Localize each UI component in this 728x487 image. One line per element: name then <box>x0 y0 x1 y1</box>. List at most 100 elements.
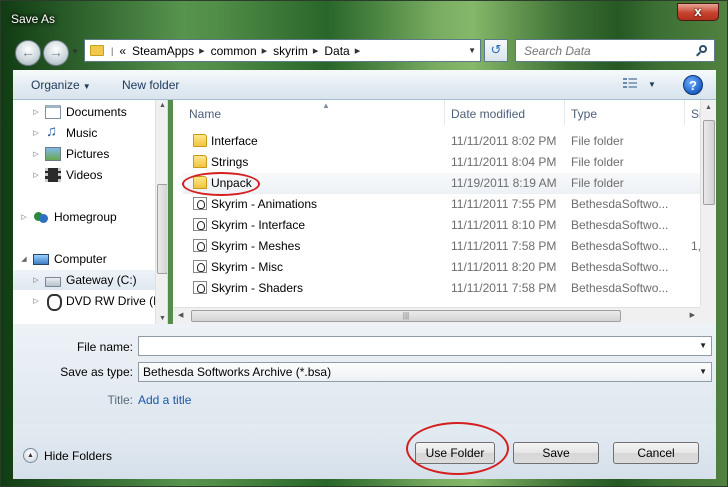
scroll-left-icon[interactable]: ◀ <box>178 311 183 319</box>
breadcrumb-data[interactable]: Data <box>321 44 352 58</box>
expand-arrow-icon[interactable]: ▷ <box>31 171 41 179</box>
column-header-type[interactable]: Type <box>565 100 685 125</box>
list-item[interactable]: Interface 11/11/2011 8:02 PM File folder <box>183 131 700 152</box>
save-as-type-select[interactable]: Bethesda Softworks Archive (*.bsa) ▼ <box>138 362 712 382</box>
refresh-button[interactable]: ↺ <box>484 39 508 62</box>
item-type: File folder <box>571 155 624 169</box>
search-input[interactable] <box>522 42 692 59</box>
item-name: Skyrim - Interface <box>211 218 306 232</box>
file-list-vertical-scrollbar[interactable]: ▲ ▼ <box>700 100 716 324</box>
folder-icon <box>193 155 207 168</box>
column-header-date-modified[interactable]: Date modified <box>445 100 565 125</box>
address-dropdown-icon[interactable]: ▼ <box>468 46 476 55</box>
list-item[interactable]: Skyrim - Animations 11/11/2011 7:55 PM B… <box>183 194 700 215</box>
new-folder-button[interactable]: New folder <box>122 78 179 92</box>
expand-arrow-icon[interactable]: ▷ <box>31 108 41 116</box>
item-name: Skyrim - Animations <box>211 197 318 211</box>
folder-icon <box>90 45 104 56</box>
search-box[interactable] <box>515 39 715 62</box>
nav-item-label: Homegroup <box>54 210 117 224</box>
expand-arrow-icon[interactable]: ▷ <box>31 297 41 305</box>
breadcrumb-steamapps[interactable]: SteamApps <box>129 44 197 58</box>
list-item[interactable]: Unpack 11/19/2011 8:19 AM File folder <box>183 173 700 194</box>
annotation-circle-unpack <box>182 172 260 196</box>
column-header-name[interactable]: Name ▲ <box>183 100 445 125</box>
organize-menu[interactable]: Organize ▼ <box>31 78 91 92</box>
list-item[interactable]: Skyrim - Misc 11/11/2011 8:20 PM Bethesd… <box>183 257 700 278</box>
item-name: Skyrim - Meshes <box>211 239 301 253</box>
add-title-link[interactable]: Add a title <box>138 393 191 407</box>
cancel-button[interactable]: Cancel <box>613 442 699 464</box>
documents-icon <box>45 105 61 119</box>
nav-pane-scrollbar[interactable]: ▲ ▼ <box>155 100 167 324</box>
column-label: Name <box>189 107 222 121</box>
breadcrumb-common[interactable]: common <box>208 44 260 58</box>
back-button[interactable]: ← <box>15 40 41 66</box>
scroll-right-icon[interactable]: ▶ <box>690 311 695 319</box>
scrollbar-thumb[interactable] <box>703 120 715 205</box>
list-item[interactable]: Skyrim - Meshes 11/11/2011 7:58 PM Bethe… <box>183 236 700 257</box>
expand-arrow-icon[interactable]: ▷ <box>19 213 29 221</box>
item-date: 11/11/2011 7:55 PM <box>451 197 557 211</box>
refresh-icon: ↺ <box>490 42 502 57</box>
nav-item-computer[interactable]: ◢ Computer <box>19 249 161 269</box>
column-header-size[interactable]: Si <box>685 100 700 125</box>
nav-item-gateway-c[interactable]: ▷ Gateway (C:) <box>13 270 155 290</box>
window-title: Save As <box>11 12 56 26</box>
expand-arrow-icon[interactable]: ▷ <box>31 150 41 158</box>
chevron-right-icon[interactable]: ▸ <box>262 44 268 57</box>
scrollbar-thumb[interactable]: ||| <box>191 310 621 322</box>
collapse-arrow-icon[interactable]: ◢ <box>19 255 29 263</box>
help-icon[interactable]: ? <box>683 75 703 95</box>
item-date: 11/19/2011 8:19 AM <box>451 176 557 190</box>
nav-item-homegroup[interactable]: ▷ Homegroup <box>19 207 161 227</box>
item-type: BethesdaSoftwo... <box>571 281 669 295</box>
search-icon[interactable] <box>695 44 709 58</box>
nav-item-dvd-drive[interactable]: ▷ DVD RW Drive (D <box>31 291 167 311</box>
scroll-up-icon[interactable]: ▲ <box>705 104 712 111</box>
list-item[interactable]: Strings 11/11/2011 8:04 PM File folder <box>183 152 700 173</box>
recent-locations-dropdown[interactable]: ▼ <box>71 47 81 59</box>
item-type: BethesdaSoftwo... <box>571 260 669 274</box>
file-list-horizontal-scrollbar[interactable]: ◀ ||| ▶ <box>173 307 700 324</box>
address-bar[interactable]: | « SteamApps ▸ common ▸ skyrim ▸ Data ▸… <box>84 39 481 62</box>
chevron-down-icon[interactable]: ▼ <box>699 363 707 381</box>
nav-item-music[interactable]: ▷ Music <box>31 123 167 143</box>
nav-item-videos[interactable]: ▷ Videos <box>31 165 167 185</box>
views-icon[interactable] <box>623 78 637 90</box>
chevron-up-icon: ▲ <box>23 448 38 463</box>
scroll-down-icon[interactable]: ▼ <box>159 315 166 322</box>
nav-item-label: Pictures <box>66 147 110 161</box>
item-date: 11/11/2011 8:20 PM <box>451 260 557 274</box>
breadcrumb-skyrim[interactable]: skyrim <box>270 44 311 58</box>
item-type: BethesdaSoftwo... <box>571 197 669 211</box>
bsa-file-icon <box>193 197 207 210</box>
chevron-right-icon[interactable]: ▸ <box>355 44 361 57</box>
item-name: Interface <box>211 134 258 148</box>
chevron-down-icon[interactable]: ▼ <box>699 337 707 355</box>
item-type: BethesdaSoftwo... <box>571 239 669 253</box>
item-date: 11/11/2011 8:04 PM <box>451 155 557 169</box>
chevron-right-icon[interactable]: ▸ <box>313 44 319 57</box>
item-type: BethesdaSoftwo... <box>571 218 669 232</box>
scrollbar-thumb[interactable] <box>157 184 167 274</box>
nav-item-label: DVD RW Drive (D <box>66 294 162 308</box>
list-item[interactable]: Skyrim - Interface 11/11/2011 8:10 PM Be… <box>183 215 700 236</box>
file-name-field[interactable]: ▼ <box>138 336 712 356</box>
address-overflow[interactable]: « <box>116 44 129 58</box>
save-button[interactable]: Save <box>513 442 599 464</box>
expand-arrow-icon[interactable]: ▷ <box>31 129 41 137</box>
close-button[interactable]: x <box>677 3 719 21</box>
list-item[interactable]: Skyrim - Shaders 11/11/2011 7:58 PM Beth… <box>183 278 700 299</box>
forward-button[interactable]: → <box>43 40 69 66</box>
nav-item-documents[interactable]: ▷ Documents <box>31 102 167 122</box>
folder-icon <box>193 134 207 147</box>
chevron-right-icon[interactable]: ▸ <box>199 44 205 57</box>
hide-folders-button[interactable]: ▲ Hide Folders <box>23 448 112 463</box>
expand-arrow-icon[interactable]: ▷ <box>31 276 41 284</box>
views-dropdown-icon[interactable]: ▼ <box>648 80 656 89</box>
title-bar[interactable]: Save As x <box>1 1 727 33</box>
dialog-footer: ▲ Hide Folders Use Folder Save Cancel <box>13 422 716 479</box>
scroll-up-icon[interactable]: ▲ <box>159 102 166 109</box>
nav-item-pictures[interactable]: ▷ Pictures <box>31 144 167 164</box>
